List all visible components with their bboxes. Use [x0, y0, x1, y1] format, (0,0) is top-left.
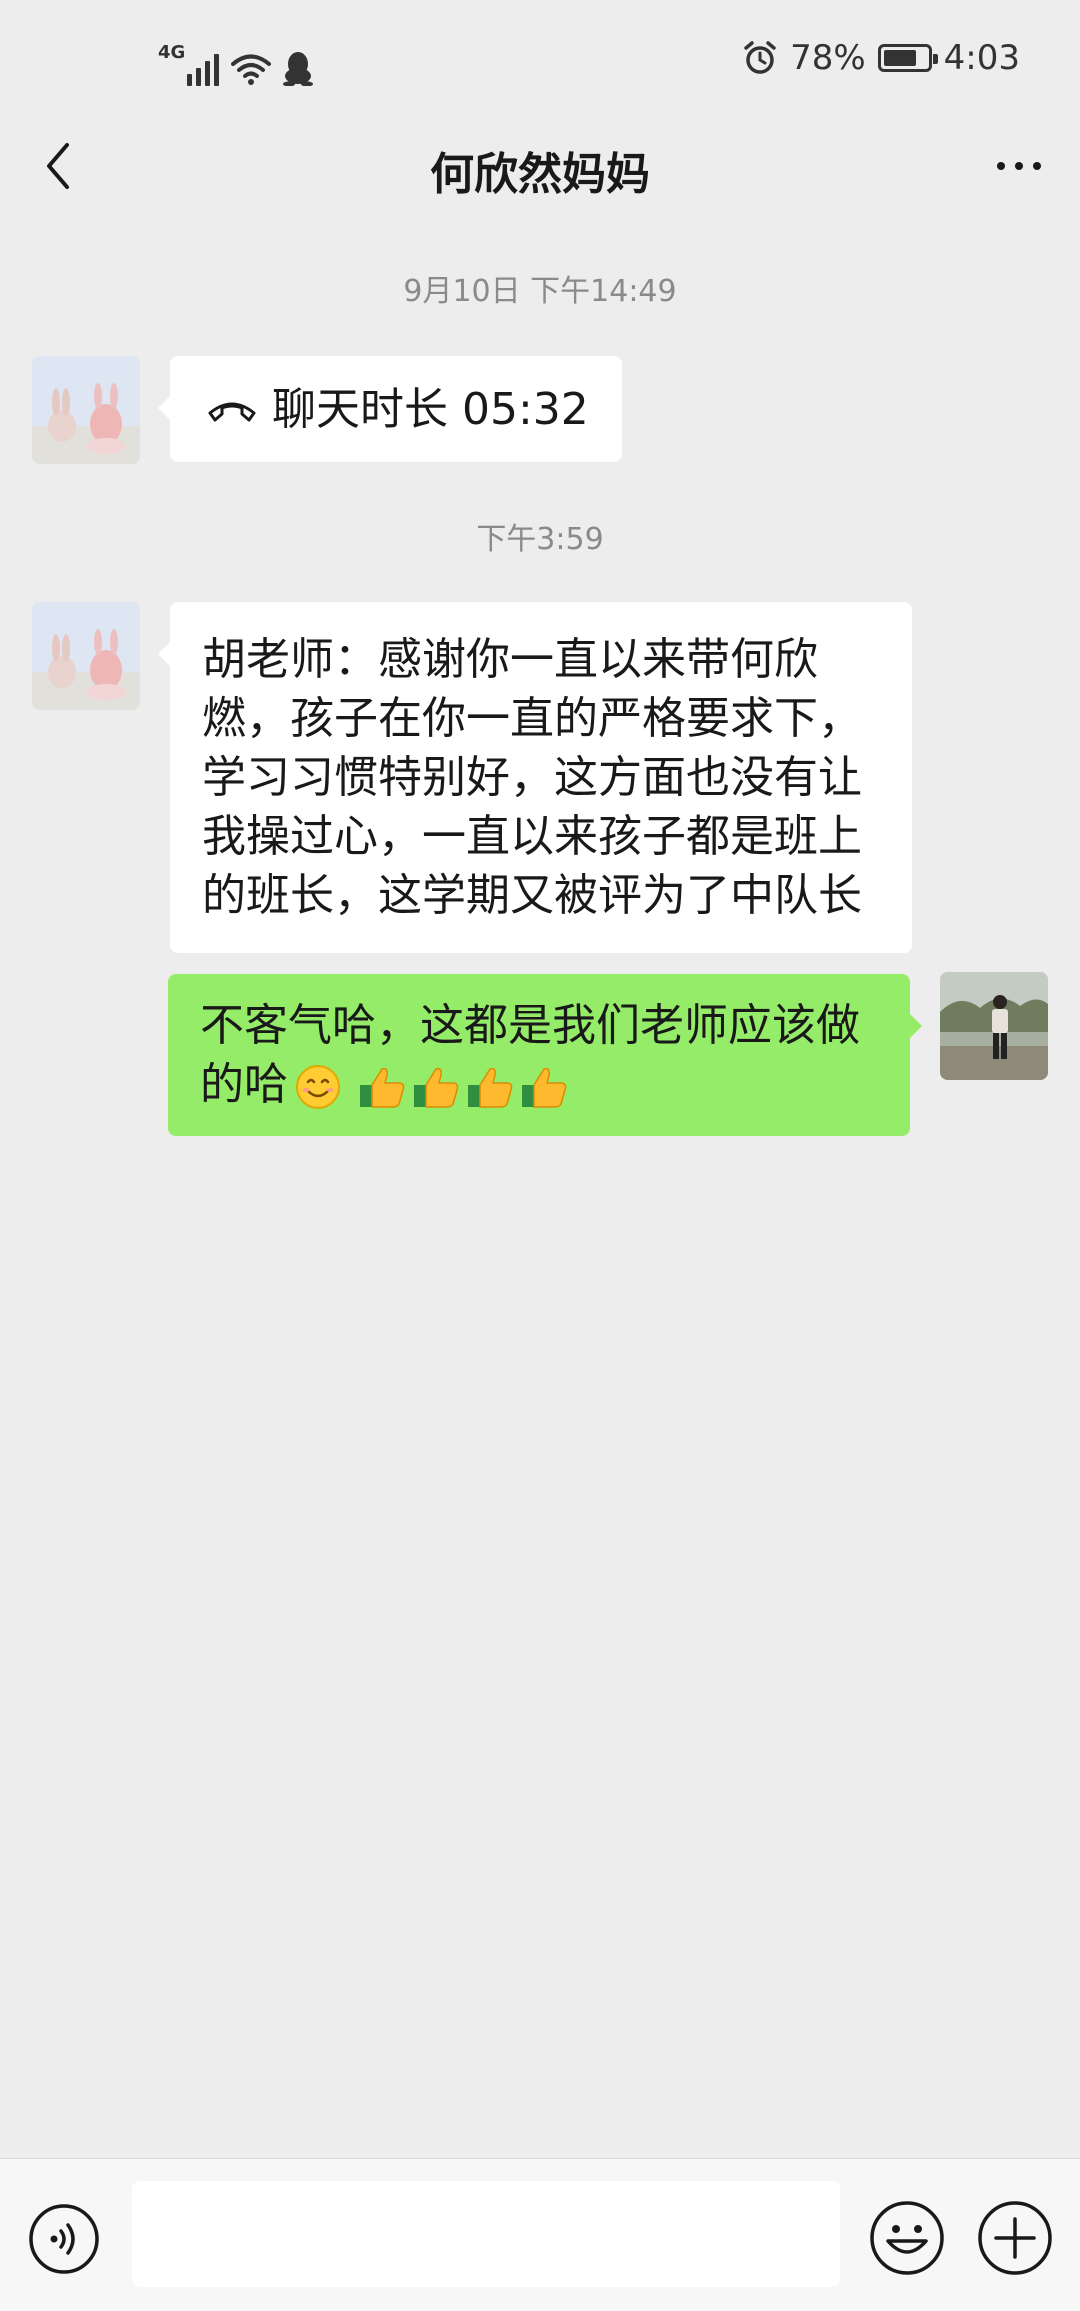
status-bar: 4G 78% 4:03: [0, 0, 1080, 126]
status-right: 78% 4:03: [742, 38, 1020, 78]
message-timestamp: 下午3:59: [476, 522, 604, 557]
more-functions-button[interactable]: [976, 2199, 1054, 2277]
thumbs-up-emoji-icon: [522, 1067, 567, 1108]
emoji-row: [294, 1063, 570, 1111]
battery-icon: [877, 44, 938, 72]
message-bubble-sent[interactable]: 不客气哈，这都是我们老师应该做的哈: [168, 974, 922, 1136]
contact-avatar[interactable]: [32, 602, 140, 710]
plus-icon: [978, 2201, 1052, 2275]
voice-icon: [29, 2204, 99, 2274]
more-icon: [997, 162, 1005, 170]
message-input[interactable]: [132, 2181, 840, 2287]
thumbs-up-emoji-icon: [414, 1067, 459, 1108]
smile-emoji-icon: [296, 1065, 340, 1109]
status-left: 4G: [158, 36, 314, 86]
message-bubble-received[interactable]: 胡老师：感谢你一直以来带何欣燃，孩子在你一直的严格要求下，学习习惯特别好，这方面…: [158, 602, 912, 953]
call-record-bubble[interactable]: 聊天时长 05:32: [158, 356, 622, 462]
battery-percent: 78%: [790, 38, 866, 78]
input-bar: [0, 2158, 1080, 2311]
my-avatar[interactable]: [940, 972, 1048, 1080]
thumbs-up-emoji-icon: [468, 1067, 513, 1108]
voice-button[interactable]: [28, 2203, 100, 2275]
chat-header: 何欣然妈妈: [0, 126, 1080, 208]
call-duration-text: 聊天时长 05:32: [272, 383, 589, 435]
chat-title: 何欣然妈妈: [430, 149, 650, 200]
phone-hangup-icon: [208, 402, 256, 422]
signal-icon: [187, 50, 220, 86]
message-timestamp: 9月10日 下午14:49: [403, 274, 677, 309]
more-button[interactable]: [986, 136, 1052, 196]
emoji-button[interactable]: [868, 2199, 946, 2277]
thumbs-up-emoji-icon: [360, 1067, 405, 1108]
network-type-label: 4G: [158, 42, 186, 63]
emoji-icon: [870, 2201, 944, 2275]
wifi-icon: [231, 52, 272, 86]
contact-avatar[interactable]: [32, 356, 140, 464]
qq-icon: [283, 50, 314, 86]
alarm-icon: [742, 40, 778, 76]
battery-level-fill: [883, 50, 917, 66]
message-text: 胡老师：感谢你一直以来带何欣燃，孩子在你一直的严格要求下，学习习惯特别好，这方面…: [202, 634, 862, 921]
clock-time: 4:03: [943, 38, 1020, 78]
